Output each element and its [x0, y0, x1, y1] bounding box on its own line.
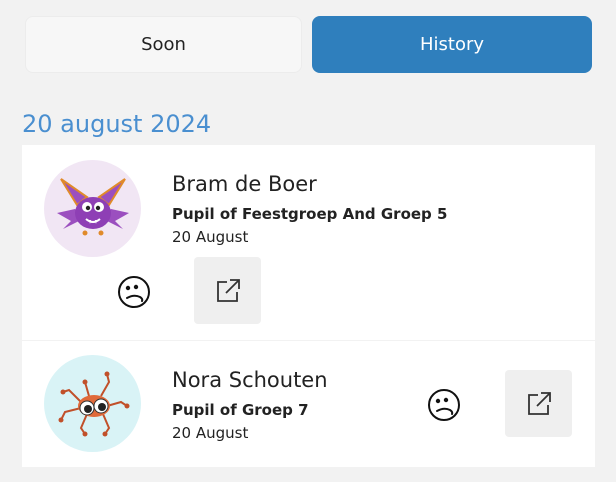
pupil-card: Nora Schouten Pupil of Groep 7 20 August [22, 341, 595, 467]
external-link-icon [216, 278, 240, 302]
open-entry-button[interactable] [194, 257, 261, 324]
purple-bat-monster-avatar [56, 177, 129, 235]
entry-date: 20 August [172, 228, 249, 246]
open-entry-button[interactable] [505, 370, 572, 437]
pupil-role: Pupil of Feestgroep And Groep 5 [172, 205, 448, 223]
pupil-name: Bram de Boer [172, 172, 317, 196]
unsure-face-icon[interactable] [116, 274, 152, 310]
avatar [44, 355, 141, 452]
segmented-tabs: Soon History [25, 16, 592, 73]
pupil-card: Bram de Boer Pupil of Feestgroep And Gro… [22, 145, 595, 340]
pupil-name: Nora Schouten [172, 368, 328, 392]
unsure-face-icon[interactable] [426, 387, 462, 423]
date-group-heading: 20 august 2024 [22, 110, 212, 138]
tab-history[interactable]: History [312, 16, 592, 73]
orange-spider-monster-avatar [58, 371, 129, 436]
pupil-role: Pupil of Groep 7 [172, 401, 309, 419]
entry-date: 20 August [172, 424, 249, 442]
external-link-icon [527, 391, 551, 415]
tab-soon[interactable]: Soon [25, 16, 302, 73]
avatar [44, 160, 141, 257]
